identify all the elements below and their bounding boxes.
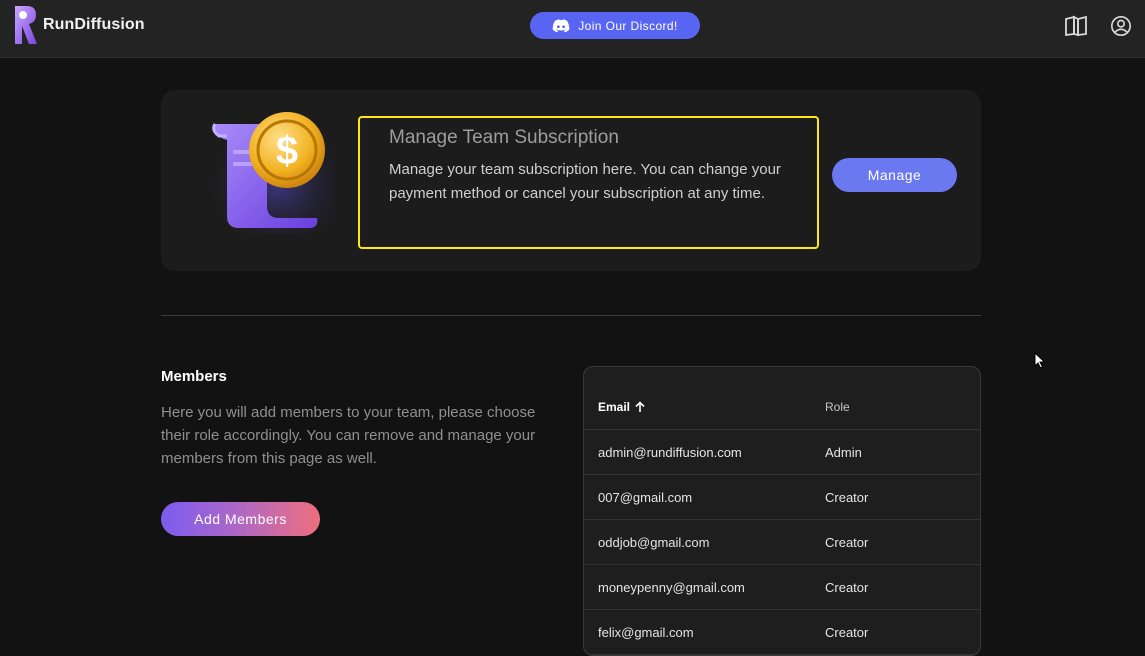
table-header: Email Role <box>584 367 980 430</box>
table-row[interactable]: felix@gmail.com Creator <box>584 610 980 655</box>
member-role: Creator <box>825 624 869 640</box>
add-members-button[interactable]: Add Members <box>161 502 320 536</box>
member-email: admin@rundiffusion.com <box>598 444 742 460</box>
table-row[interactable]: admin@rundiffusion.com Admin <box>584 430 980 475</box>
subscription-card: $ Manage Team Subscription Manage your t… <box>161 90 981 271</box>
svg-text:$: $ <box>276 129 298 173</box>
mouse-cursor-icon <box>1034 352 1046 369</box>
member-role: Creator <box>825 579 869 595</box>
subscription-coin-scroll-icon: $ <box>209 110 335 234</box>
join-discord-button[interactable]: Join Our Discord! <box>530 12 700 39</box>
table-row[interactable]: oddjob@gmail.com Creator <box>584 520 980 565</box>
app-logo[interactable]: RunDiffusion <box>11 2 145 48</box>
member-role: Creator <box>825 489 869 505</box>
member-email: 007@gmail.com <box>598 489 693 505</box>
member-email: moneypenny@gmail.com <box>598 579 745 595</box>
app-name: RunDiffusion <box>43 16 145 33</box>
member-email: felix@gmail.com <box>598 624 694 640</box>
subscription-title: Manage Team Subscription <box>389 127 619 148</box>
rundiffusion-logo-icon <box>15 6 37 44</box>
role-column-header[interactable]: Role <box>825 398 980 416</box>
account-icon[interactable] <box>1109 15 1133 37</box>
join-discord-label: Join Our Discord! <box>578 18 678 33</box>
email-column-header[interactable]: Email <box>584 400 825 414</box>
docs-book-icon[interactable] <box>1064 15 1088 37</box>
member-email: oddjob@gmail.com <box>598 534 710 550</box>
manage-subscription-button[interactable]: Manage <box>832 158 957 192</box>
sort-ascending-icon[interactable] <box>634 401 646 413</box>
discord-icon <box>552 18 570 32</box>
table-row[interactable]: 007@gmail.com Creator <box>584 475 980 520</box>
member-role: Creator <box>825 534 869 550</box>
subscription-description: Manage your team subscription here. You … <box>389 161 781 202</box>
subscription-info-box: Manage Team Subscription Manage your tea… <box>358 116 819 249</box>
top-bar: RunDiffusion Join Our Discord! <box>0 0 1145 58</box>
members-description: Here you will add members to your team, … <box>161 404 536 467</box>
role-column-label: Role <box>825 400 850 414</box>
table-row[interactable]: moneypenny@gmail.com Creator <box>584 565 980 610</box>
members-heading: Members <box>161 368 227 385</box>
member-role: Admin <box>825 444 862 460</box>
members-table: Email Role admin@rundiffusion.com Admin … <box>583 366 981 656</box>
section-divider <box>161 315 981 316</box>
email-column-label: Email <box>598 400 631 414</box>
